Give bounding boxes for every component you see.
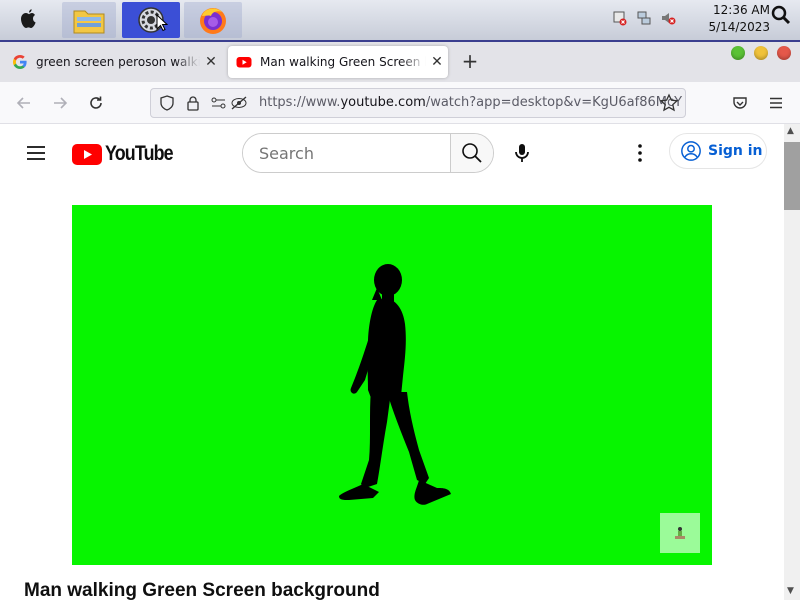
search-icon — [462, 143, 482, 163]
channel-watermark-icon — [675, 527, 685, 539]
window-maximize-button[interactable] — [731, 46, 745, 60]
reload-icon — [90, 96, 102, 109]
close-tab-icon[interactable]: ✕ — [200, 54, 222, 70]
page-scrollbar[interactable]: ▲ ▼ — [784, 124, 800, 600]
forward-button[interactable] — [47, 90, 73, 116]
youtube-header: YouTube Sign in — [0, 124, 784, 182]
clock-date: 5/14/2023 — [708, 20, 770, 34]
browser-nav-bar: https://www.youtube.com/watch?app=deskto… — [0, 82, 800, 124]
bookmark-star-icon[interactable] — [659, 93, 679, 113]
youtube-logo[interactable]: YouTube — [72, 142, 185, 166]
video-player[interactable] — [72, 205, 712, 565]
network-icon[interactable] — [636, 10, 652, 26]
search-button[interactable] — [450, 134, 493, 172]
volume-muted-icon[interactable] — [660, 10, 676, 26]
close-tab-icon[interactable]: ✕ — [426, 54, 448, 70]
arrow-left-icon — [16, 97, 30, 109]
channel-watermark[interactable] — [660, 513, 700, 553]
youtube-icon — [236, 57, 252, 68]
reload-button[interactable] — [83, 90, 109, 116]
clock-time: 12:36 AM — [713, 3, 770, 17]
google-icon — [13, 55, 27, 69]
video-title: Man walking Green Screen background — [24, 580, 380, 601]
account-icon — [681, 141, 701, 161]
search-input[interactable] — [243, 134, 450, 172]
guide-menu-icon[interactable] — [24, 141, 48, 165]
pocket-icon — [733, 97, 747, 109]
more-options-icon[interactable] — [628, 141, 652, 165]
address-bar[interactable]: https://www.youtube.com/watch?app=deskto… — [150, 88, 686, 118]
mouse-pointer-icon — [156, 14, 168, 32]
file-manager-button[interactable] — [62, 2, 116, 38]
voice-search-icon[interactable] — [510, 141, 534, 165]
url-text[interactable]: https://www.youtube.com/watch?app=deskto… — [259, 95, 682, 110]
settings-button[interactable] — [122, 2, 180, 38]
system-tray — [612, 10, 676, 26]
youtube-play-icon — [72, 143, 102, 165]
walking-man-silhouette — [339, 264, 451, 505]
scrollbar-thumb[interactable] — [784, 142, 800, 210]
tracking-shield-icon[interactable] — [159, 95, 175, 111]
folder-icon — [73, 10, 105, 34]
sign-in-label: Sign in — [708, 143, 763, 159]
sign-in-button[interactable]: Sign in — [669, 133, 767, 169]
os-top-panel: 12:36 AM 5/14/2023 — [0, 0, 800, 42]
window-minimize-button[interactable] — [754, 46, 768, 60]
youtube-logo-text: YouTube — [105, 142, 174, 165]
lock-icon[interactable] — [185, 95, 201, 111]
tab-title: green screen peroson walking - Google Se… — [36, 55, 200, 69]
youtube-search-box — [242, 133, 494, 173]
permissions-icon[interactable] — [211, 95, 251, 111]
tab-title: Man walking Green Screen background - Yo… — [260, 55, 426, 69]
scroll-up-arrow[interactable]: ▲ — [787, 126, 794, 136]
firefox-icon — [200, 8, 226, 34]
firefox-button[interactable] — [184, 2, 242, 38]
new-tab-button[interactable]: + — [458, 50, 482, 74]
tab-google-search[interactable]: green screen peroson walking - Google Se… — [4, 46, 222, 78]
back-button[interactable] — [11, 90, 37, 116]
arrow-right-icon — [54, 97, 68, 109]
url-path: /watch?app=desktop&v=KgU6af86McY — [425, 95, 683, 110]
browser-tab-strip: green screen peroson walking - Google Se… — [0, 42, 800, 82]
system-search-icon[interactable] — [770, 4, 792, 26]
url-prefix: https://www. — [259, 95, 341, 110]
system-clock[interactable]: 12:36 AM 5/14/2023 — [700, 2, 770, 36]
apple-menu-button[interactable] — [8, 2, 48, 38]
flag-icon[interactable] — [612, 10, 628, 26]
apple-icon — [21, 9, 36, 28]
hamburger-menu-icon — [770, 97, 782, 109]
scroll-down-arrow[interactable]: ▼ — [787, 586, 794, 596]
pocket-button[interactable] — [727, 90, 753, 116]
app-menu-button[interactable] — [763, 90, 789, 116]
tab-youtube-video[interactable]: Man walking Green Screen background - Yo… — [228, 46, 448, 78]
window-close-button[interactable] — [777, 46, 791, 60]
url-domain: youtube.com — [340, 95, 426, 110]
